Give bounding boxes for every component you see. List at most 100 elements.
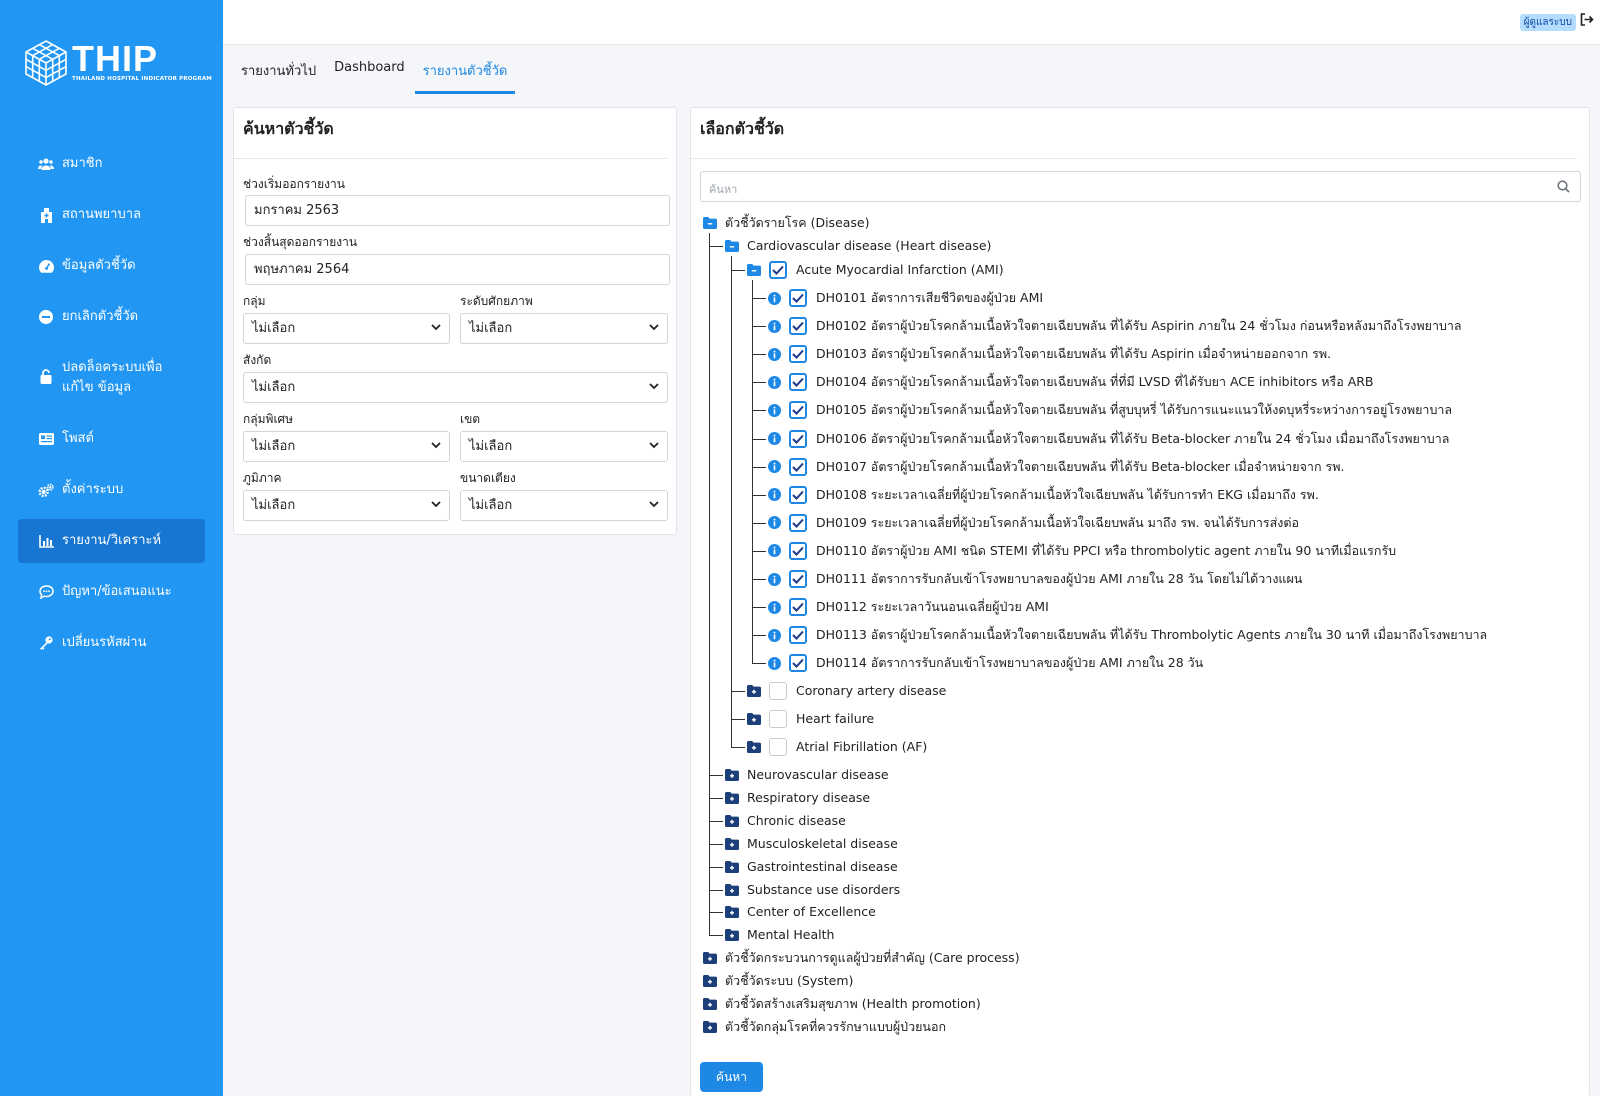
tree-node-cardio-subgroup[interactable]: Atrial Fibrillation (AF) (747, 738, 927, 756)
info-icon[interactable] (768, 544, 781, 558)
info-icon[interactable] (768, 516, 781, 530)
info-icon[interactable] (768, 403, 781, 417)
sidebar-item-change-password[interactable]: เปลี่ยนรหัสผ่าน (18, 621, 205, 665)
folder-plus-icon[interactable] (703, 998, 717, 1010)
tree-node-cardio-subgroup[interactable]: Heart failure (747, 710, 874, 728)
checkbox-checked[interactable] (789, 485, 807, 504)
folder-plus-icon[interactable] (725, 884, 739, 896)
tree-node-disease-group[interactable]: Chronic disease (725, 812, 846, 830)
folder-plus-icon[interactable] (747, 741, 761, 753)
tab-indicator-report[interactable]: รายงานตัวชี้วัด (414, 52, 516, 94)
checkbox[interactable] (769, 710, 787, 728)
tab-general-report[interactable]: รายงานทั่วไป (233, 52, 324, 94)
folder-open-icon[interactable] (703, 217, 717, 229)
sidebar-item-members[interactable]: สมาชิก (18, 142, 205, 186)
info-icon[interactable] (768, 319, 781, 333)
folder-plus-icon[interactable] (725, 929, 739, 941)
folder-plus-icon[interactable] (703, 952, 717, 964)
capability-level-select[interactable]: ไม่เลือก (460, 313, 668, 344)
info-icon[interactable] (768, 460, 781, 474)
sidebar-item-hospitals[interactable]: สถานพยาบาล (18, 193, 205, 237)
tree-node-indicator[interactable]: DH0109 ระยะเวลาเฉลี่ยที่ผู้ป่วยโรคกล้ามเ… (768, 513, 1299, 532)
folder-plus-icon[interactable] (725, 792, 739, 804)
sidebar-item-reports[interactable]: รายงาน/วิเคราะห์ (18, 519, 205, 563)
folder-plus-icon[interactable] (725, 838, 739, 850)
logout-icon[interactable] (1580, 13, 1594, 30)
tree-node-indicator[interactable]: DH0112 ระยะเวลาวันนอนเฉลี่ยผู้ป่วย AMI (768, 598, 1049, 617)
folder-open-icon[interactable] (725, 240, 739, 252)
bed-size-select[interactable]: ไม่เลือก (460, 490, 668, 521)
tree-node-indicator[interactable]: DH0108 ระยะเวลาเฉลี่ยที่ผู้ป่วยโรคกล้ามเ… (768, 485, 1319, 504)
folder-plus-icon[interactable] (703, 975, 717, 987)
folder-plus-icon[interactable] (725, 906, 739, 918)
checkbox-checked[interactable] (789, 541, 807, 560)
tree-node-indicator[interactable]: DH0103 อัตราผู้ป่วยโรคกล้ามเนื้อหัวใจตาย… (768, 345, 1331, 364)
info-icon[interactable] (768, 628, 781, 642)
checkbox-checked[interactable] (789, 654, 807, 673)
checkbox[interactable] (769, 738, 787, 756)
sidebar-item-feedback[interactable]: ปัญหา/ข้อเสนอแนะ (18, 570, 205, 614)
region-select[interactable]: ไม่เลือก (243, 490, 450, 521)
tab-dashboard[interactable]: Dashboard (326, 52, 413, 94)
search-button[interactable]: ค้นหา (700, 1062, 763, 1092)
tree-node-indicator[interactable]: DH0111 อัตราการรับกลับเข้าโรงพยาบาลของผู… (768, 570, 1302, 588)
tree-node-indicator[interactable]: DH0101 อัตราการเสียชีวิตของผู้ป่วย AMI (768, 289, 1043, 307)
tree-node-indicator[interactable]: DH0107 อัตราผู้ป่วยโรคกล้ามเนื้อหัวใจตาย… (768, 457, 1344, 476)
tree-node-disease-group[interactable]: Substance use disorders (725, 881, 900, 899)
special-group-select[interactable]: ไม่เลือก (243, 431, 450, 462)
checkbox-checked[interactable] (789, 513, 807, 532)
tree-node-root-group[interactable]: ตัวชี้วัดระบบ (System) (703, 972, 853, 990)
folder-open-icon[interactable] (747, 264, 761, 276)
info-icon[interactable] (768, 656, 781, 670)
checkbox-checked[interactable] (789, 570, 807, 588)
checkbox-checked[interactable] (789, 345, 807, 364)
checkbox-checked[interactable] (789, 429, 807, 448)
folder-plus-icon[interactable] (703, 1021, 717, 1033)
info-icon[interactable] (768, 572, 781, 586)
tree-node-disease-group[interactable]: Mental Health (725, 926, 834, 944)
info-icon[interactable] (768, 291, 781, 305)
checkbox[interactable] (769, 682, 787, 700)
checkbox-checked[interactable] (789, 457, 807, 476)
start-period-field[interactable]: มกราคม 2563 (245, 195, 670, 226)
tree-node-cardiovascular[interactable]: Cardiovascular disease (Heart disease) (725, 237, 991, 255)
tree-node-disease-group[interactable]: Neurovascular disease (725, 766, 889, 784)
user-role-badge[interactable]: ผู้ดูแลระบบ (1519, 14, 1576, 31)
checkbox-checked[interactable] (789, 317, 807, 336)
checkbox-checked[interactable] (789, 626, 807, 645)
sidebar-item-unlock[interactable]: ปลดล็อคระบบเพื่อแก้ไข ข้อมูล (18, 346, 205, 410)
tree-node-indicator[interactable]: DH0110 อัตราผู้ป่วย AMI ชนิด STEMI ที่ได… (768, 541, 1396, 560)
info-icon[interactable] (768, 600, 781, 614)
info-icon[interactable] (768, 488, 781, 502)
affiliation-select[interactable]: ไม่เลือก (243, 372, 668, 403)
sidebar-item-indicator-data[interactable]: ข้อมูลตัวชี้วัด (18, 244, 205, 288)
tree-node-indicator[interactable]: DH0106 อัตราผู้ป่วยโรคกล้ามเนื้อหัวใจตาย… (768, 429, 1449, 448)
info-icon[interactable] (768, 375, 781, 389)
sidebar-item-settings[interactable]: ตั้งค่าระบบ (18, 468, 205, 512)
tree-node-disease-group[interactable]: Musculoskeletal disease (725, 835, 898, 853)
tree-node-root-group[interactable]: ตัวชี้วัดกระบวนการดูแลผู้ป่วยที่สำคัญ (C… (703, 949, 1020, 967)
tree-node-disease-group[interactable]: Center of Excellence (725, 903, 876, 921)
checkbox-checked[interactable] (789, 289, 807, 307)
folder-plus-icon[interactable] (747, 685, 761, 697)
folder-plus-icon[interactable] (725, 815, 739, 827)
sidebar-item-posts[interactable]: โพสต์ (18, 417, 205, 461)
group-select[interactable]: ไม่เลือก (243, 313, 450, 344)
folder-plus-icon[interactable] (725, 769, 739, 781)
zone-select[interactable]: ไม่เลือก (460, 431, 668, 462)
end-period-field[interactable]: พฤษภาคม 2564 (245, 254, 670, 285)
checkbox-checked[interactable] (769, 261, 787, 279)
sidebar-item-cancel-indicator[interactable]: ยกเลิกตัวชี้วัด (18, 295, 205, 339)
tree-node-root-group[interactable]: ตัวชี้วัดสร้างเสริมสุขภาพ (Health promot… (703, 995, 981, 1013)
tree-node-indicator[interactable]: DH0105 อัตราผู้ป่วยโรคกล้ามเนื้อหัวใจตาย… (768, 401, 1452, 420)
tree-node-disease-group[interactable]: Respiratory disease (725, 789, 870, 807)
folder-plus-icon[interactable] (725, 861, 739, 873)
tree-node-disease-group[interactable]: Gastrointestinal disease (725, 858, 898, 876)
thip-logo[interactable]: THIP THAILAND HOSPITAL INDICATOR PROGRAM (22, 38, 212, 88)
checkbox-checked[interactable] (789, 401, 807, 420)
tree-node-disease[interactable]: ตัวชี้วัดรายโรค (Disease) (703, 214, 870, 232)
checkbox-checked[interactable] (789, 598, 807, 617)
tree-node-indicator[interactable]: DH0113 อัตราผู้ป่วยโรคกล้ามเนื้อหัวใจตาย… (768, 626, 1487, 645)
tree-node-root-group[interactable]: ตัวชี้วัดกลุ่มโรคที่ควรรักษาแบบผู้ป่วยนอ… (703, 1018, 946, 1036)
tree-node-indicator[interactable]: DH0114 อัตราการรับกลับเข้าโรงพยาบาลของผู… (768, 654, 1203, 673)
